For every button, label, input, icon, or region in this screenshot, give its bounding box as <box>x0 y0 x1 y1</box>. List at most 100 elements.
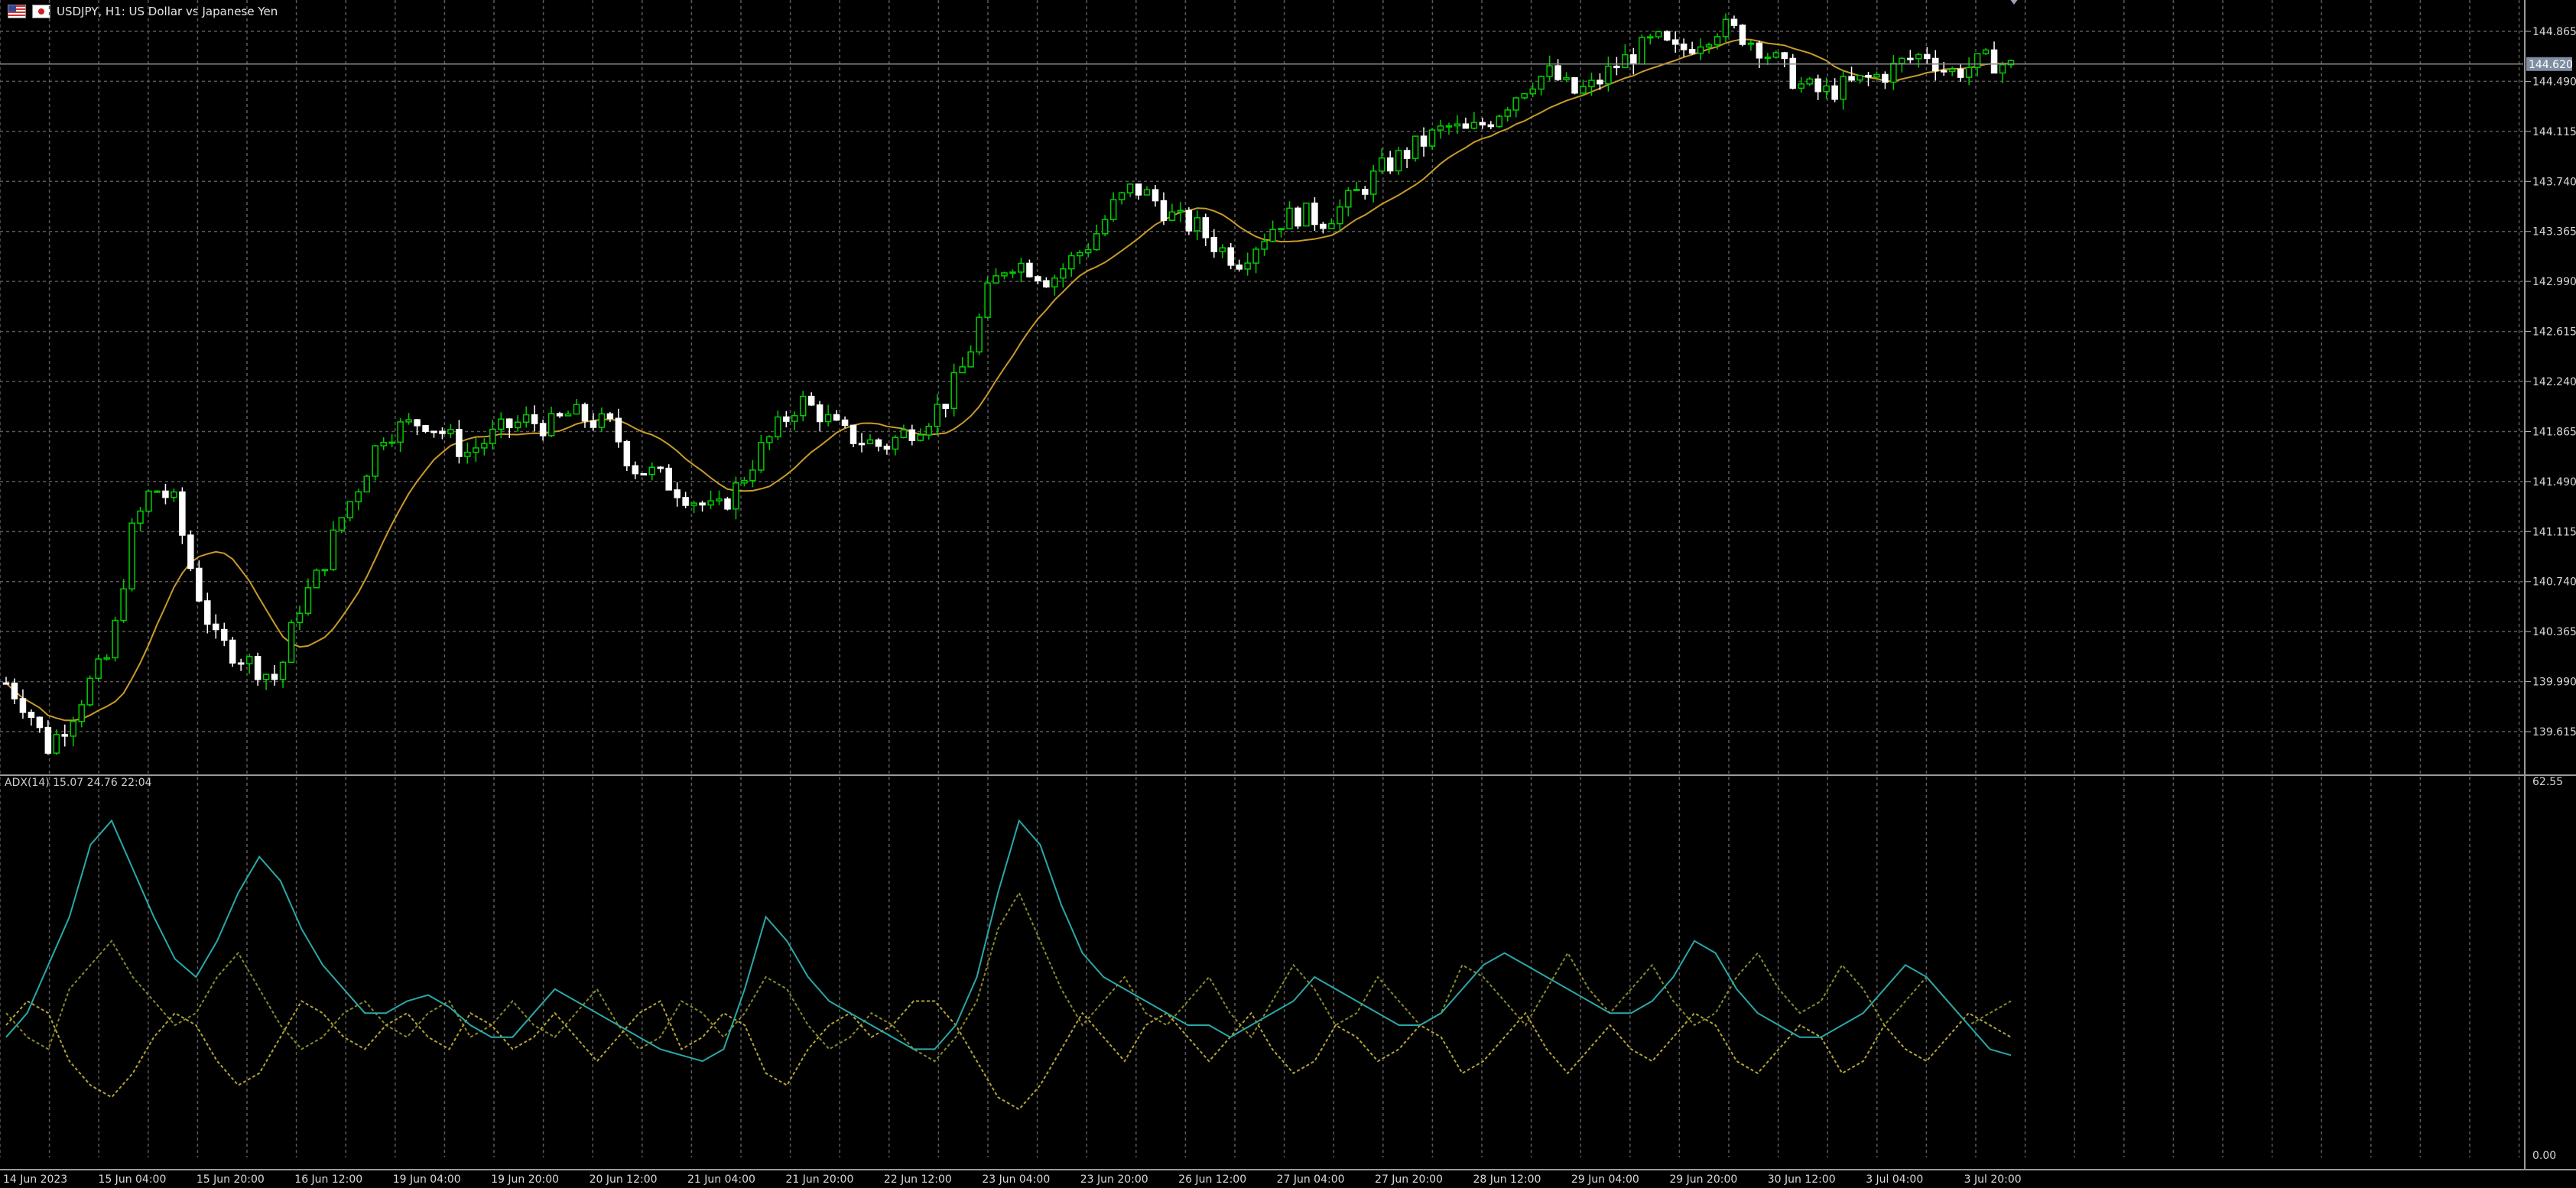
candle-body <box>473 447 479 453</box>
candle-body <box>1386 157 1394 172</box>
candle-body <box>1899 57 1905 64</box>
candle-body <box>1261 240 1268 250</box>
candle-body <box>53 734 60 754</box>
candle-body <box>1152 189 1159 202</box>
chart-shift-marker-icon[interactable] <box>2009 0 2019 5</box>
price-axis-label: 140.365 <box>2532 626 2576 638</box>
candle-body <box>1554 65 1561 80</box>
candle-body <box>456 429 463 457</box>
candle-body <box>1462 123 1470 129</box>
candle-body <box>179 491 186 536</box>
candle-body <box>1521 93 1528 99</box>
candle-body <box>967 351 974 368</box>
price-axis-label: 139.990 <box>2532 677 2576 689</box>
candle-body <box>1571 76 1578 94</box>
price-axis-label: 142.615 <box>2532 326 2576 339</box>
candle-body <box>1730 18 1738 26</box>
candle-body <box>1118 192 1126 200</box>
candle-body <box>1806 78 1813 85</box>
candle-body <box>1605 65 1612 85</box>
candle-body <box>213 623 219 631</box>
candle-body <box>1168 211 1176 221</box>
candle-body <box>1269 229 1276 242</box>
candle-body <box>976 316 983 353</box>
candle-body <box>1973 53 1981 69</box>
candle-body <box>120 588 127 622</box>
candle-body <box>1337 206 1343 225</box>
candle-body <box>598 413 606 428</box>
candle-body <box>775 416 781 438</box>
candle-body <box>1236 265 1243 270</box>
candle-body <box>287 622 295 664</box>
candle-body <box>346 501 354 518</box>
candle-body <box>1109 199 1117 220</box>
time-axis-label: 21 Jun 04:00 <box>687 1173 755 1186</box>
candle-body <box>1671 39 1679 45</box>
candle-body <box>1948 68 1956 73</box>
candle-body <box>1077 252 1083 257</box>
candle-body <box>1940 70 1947 73</box>
candle-body <box>1194 217 1201 232</box>
candle-body <box>86 677 93 706</box>
candle-body <box>1655 31 1662 37</box>
candle-body <box>1915 54 1922 60</box>
indicator-scale-min: 0.00 <box>2532 1150 2556 1162</box>
candle-body <box>489 428 496 445</box>
candle-body <box>1345 190 1352 208</box>
candle-body <box>883 445 891 450</box>
candle-body <box>196 567 203 602</box>
candle-body <box>1982 49 1990 55</box>
candle-body <box>1999 63 2006 74</box>
time-axis-label: 27 Jun 04:00 <box>1277 1173 1345 1186</box>
candle-body <box>1990 49 1998 74</box>
candle-body <box>1772 52 1780 58</box>
candle-body <box>1177 209 1184 213</box>
candle-body <box>816 404 823 423</box>
candle-body <box>1563 76 1570 80</box>
candle-body <box>405 419 412 423</box>
candle-body <box>1320 223 1327 229</box>
candle-body <box>204 600 211 625</box>
candle-body <box>36 716 44 729</box>
candle-body <box>682 497 689 506</box>
candle-body <box>1420 135 1428 147</box>
candle-body <box>1210 237 1218 252</box>
price-axis-label: 141.865 <box>2532 426 2576 438</box>
price-chart[interactable]: 144.865 144.490 144.115 143.740 143.365 142.9… <box>0 0 2576 1188</box>
time-axis-label: 29 Jun 20:00 <box>1669 1173 1737 1186</box>
candle-body <box>791 414 798 422</box>
candle-body <box>849 424 857 444</box>
candle-body <box>1018 262 1025 273</box>
candle-body <box>758 442 765 471</box>
candle-body <box>539 423 547 437</box>
candle-body <box>1848 76 1855 81</box>
candle-body <box>1680 44 1688 50</box>
time-axis-label: 22 Jun 12:00 <box>884 1173 952 1186</box>
candle-body <box>1865 74 1872 78</box>
adx-line <box>5 819 2012 1063</box>
candle-body <box>1219 247 1226 252</box>
candle-body <box>1001 272 1008 277</box>
candle-body <box>61 734 69 737</box>
moving-average-line <box>5 38 2012 722</box>
time-axis-label: 28 Jun 12:00 <box>1473 1173 1541 1186</box>
price-axis-label: 144.865 <box>2532 26 2576 38</box>
candle-body <box>11 682 18 699</box>
candle-body <box>397 421 404 443</box>
candle-body <box>1035 276 1041 281</box>
candle-body <box>606 413 614 420</box>
candle-body <box>799 395 807 417</box>
candle-body <box>1428 129 1436 147</box>
time-axis-label: 15 Jun 04:00 <box>98 1173 166 1186</box>
time-axis-label: 3 Jul 20:00 <box>1964 1173 2022 1186</box>
price-axis-label: 144.490 <box>2532 76 2576 88</box>
candle-body <box>498 418 505 430</box>
candle-body <box>388 441 395 444</box>
candle-body <box>1747 42 1755 45</box>
candle-body <box>581 404 589 422</box>
time-axis-label: 16 Jun 12:00 <box>294 1173 362 1186</box>
time-axis-label: 14 Jun 2023 <box>3 1173 67 1186</box>
candle-body <box>262 674 270 680</box>
candle-body <box>858 443 866 446</box>
candle-body <box>1688 49 1696 54</box>
